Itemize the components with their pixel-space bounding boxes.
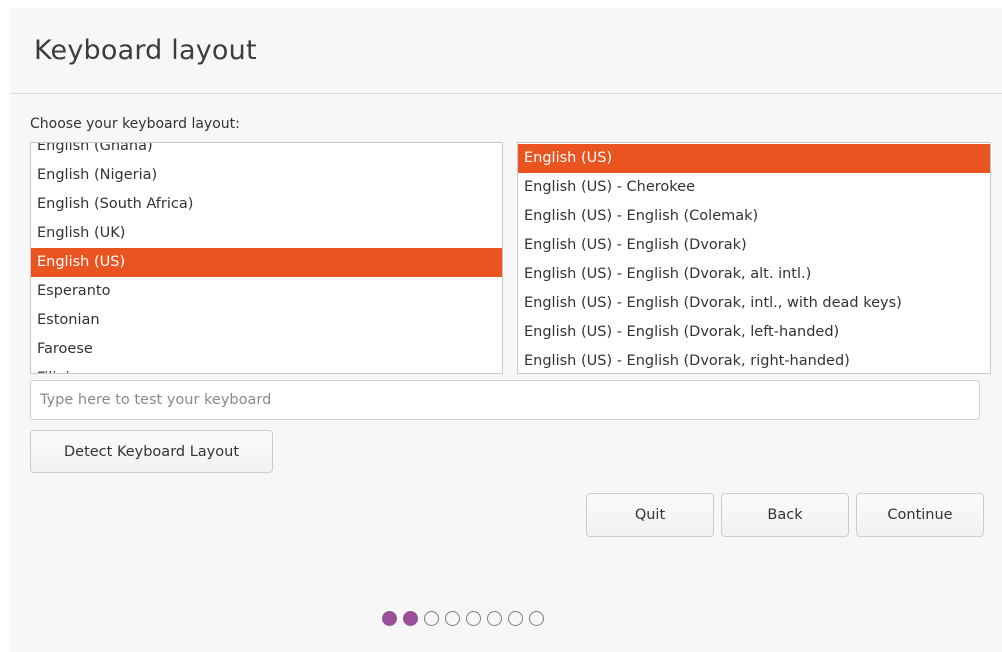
installer-window: Keyboard layout Choose your keyboard lay…	[10, 8, 1002, 652]
language-list-item[interactable]: English (South Africa)	[31, 190, 502, 219]
progress-dot-completed	[382, 611, 397, 626]
back-button[interactable]: Back	[721, 493, 849, 537]
language-list-item[interactable]: English (US)	[31, 248, 502, 277]
language-list-item[interactable]: Filipino	[31, 364, 502, 373]
variant-list-item[interactable]: English (US) - Cherokee	[518, 173, 990, 202]
variant-list[interactable]: English (US) English (US) - Cherokee Engli…	[517, 142, 991, 374]
language-list-item[interactable]: English (Nigeria)	[31, 161, 502, 190]
variant-list-item[interactable]: English (US) - English (Colemak)	[518, 202, 990, 231]
language-list-item[interactable]: English (UK)	[31, 219, 502, 248]
variant-list-item[interactable]: English (US)	[518, 144, 990, 173]
detect-keyboard-layout-button[interactable]: Detect Keyboard Layout	[30, 430, 273, 473]
keyboard-test-input[interactable]	[30, 380, 980, 420]
layout-label: Choose your keyboard layout:	[30, 116, 240, 132]
progress-dot-pending	[487, 611, 502, 626]
continue-button[interactable]: Continue	[856, 493, 984, 537]
progress-dot-pending	[466, 611, 481, 626]
progress-dot-pending	[424, 611, 439, 626]
variant-list-item[interactable]: English (US) - English (Dvorak, right-ha…	[518, 347, 990, 373]
variant-list-item[interactable]: English (US) - English (Dvorak, left-han…	[518, 318, 990, 347]
header: Keyboard layout	[10, 8, 1002, 94]
language-list[interactable]: English (Ghana) English (Nigeria) English …	[30, 142, 503, 374]
progress-dot-pending	[529, 611, 544, 626]
language-list-item[interactable]: Estonian	[31, 306, 502, 335]
progress-indicator	[382, 611, 544, 631]
language-list-item[interactable]: Esperanto	[31, 277, 502, 306]
language-list-item[interactable]: English (Ghana)	[31, 143, 502, 161]
language-list-item[interactable]: Faroese	[31, 335, 502, 364]
page-title: Keyboard layout	[34, 35, 257, 66]
progress-dot-pending	[445, 611, 460, 626]
quit-button[interactable]: Quit	[586, 493, 714, 537]
progress-dot-completed	[403, 611, 418, 626]
progress-dot-pending	[508, 611, 523, 626]
variant-list-item[interactable]: English (US) - English (Dvorak, intl., w…	[518, 289, 990, 318]
variant-list-item[interactable]: English (US) - English (Dvorak, alt. int…	[518, 260, 990, 289]
variant-list-item[interactable]: English (US) - English (Dvorak)	[518, 231, 990, 260]
